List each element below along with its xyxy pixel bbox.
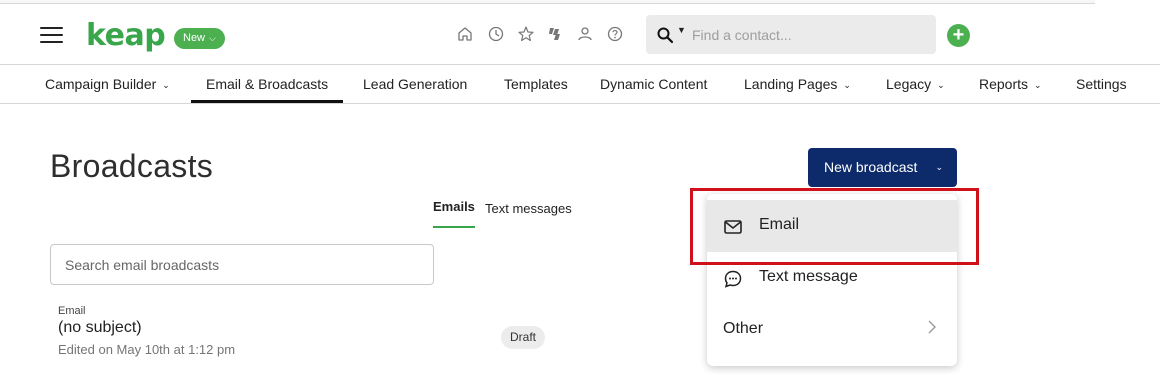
menu-item-label: Email	[759, 216, 800, 233]
nav-item-label: Lead Generation	[363, 76, 468, 92]
nav-item-label: Templates	[504, 76, 568, 92]
app-header: keap New⌵ ▼ +	[0, 5, 1160, 64]
status-badge: Draft	[501, 326, 546, 349]
broadcast-kind: Email	[58, 305, 86, 317]
mail-icon	[724, 220, 742, 234]
browser-top-edge	[0, 0, 1095, 4]
menu-item-email[interactable]: Email	[707, 200, 957, 252]
nav-item-dynamic-content[interactable]: Dynamic Content	[600, 65, 707, 103]
page-title: Broadcasts	[50, 148, 214, 184]
nav-item-campaign-builder[interactable]: Campaign Builder ⌄	[45, 65, 170, 103]
chevron-down-icon: ⌄	[935, 162, 943, 172]
menu-item-label: Text message	[759, 268, 858, 285]
chevron-down-icon: ⌄	[162, 80, 170, 90]
broadcast-subject: (no subject)	[58, 319, 142, 336]
broadcast-edited-date: Edited on May 10th at 1:12 pm	[58, 342, 236, 357]
chevron-down-icon: ⌄	[843, 80, 851, 90]
nav-item-email-broadcasts[interactable]: Email & Broadcasts	[191, 65, 344, 103]
hamburger-menu-icon[interactable]	[40, 27, 63, 43]
nav-item-label: Dynamic Content	[600, 76, 708, 92]
new-pill-label: New	[183, 32, 206, 44]
nav-item-label: Legacy	[886, 76, 932, 92]
new-broadcast-label: New broadcast	[824, 159, 918, 175]
chevron-down-icon: ⌵	[209, 33, 216, 43]
new-broadcast-dropdown: Email Text message Other	[707, 194, 957, 366]
keap-logo[interactable]: keap	[86, 18, 166, 53]
chevron-down-icon: ⌄	[937, 80, 945, 90]
chevron-down-icon: ⌄	[1034, 80, 1042, 90]
search-icon[interactable]	[656, 26, 674, 44]
tab-emails[interactable]: Emails	[433, 198, 475, 228]
search-email-broadcasts-input[interactable]	[50, 244, 434, 285]
chevron-right-icon	[928, 320, 936, 334]
list-item[interactable]: Email (no subject) Edited on May 10th at…	[58, 305, 578, 365]
search-scope-caret-icon[interactable]: ▼	[677, 25, 686, 35]
chat-bubble-icon	[724, 270, 742, 288]
nav-item-label: Email & Broadcasts	[206, 76, 329, 92]
contact-search: ▼	[646, 15, 936, 54]
main-nav: Campaign Builder ⌄ Email & Broadcasts Lea…	[0, 64, 1160, 104]
home-icon[interactable]	[456, 25, 474, 43]
person-icon[interactable]	[576, 25, 594, 43]
new-pill-button[interactable]: New ⌵	[174, 28, 225, 49]
lightning-icon[interactable]	[546, 25, 564, 43]
contact-search-input[interactable]	[692, 24, 922, 46]
menu-item-other[interactable]: Other	[707, 304, 957, 356]
nav-item-settings[interactable]: Settings	[1076, 65, 1127, 103]
new-broadcast-button[interactable]: New broadcast ⌄	[808, 148, 957, 187]
nav-item-label: Settings	[1076, 76, 1127, 92]
clock-icon[interactable]	[487, 25, 505, 43]
menu-item-label: Other	[723, 320, 764, 337]
nav-item-label: Campaign Builder	[45, 76, 157, 92]
tab-text-messages[interactable]: Text messages	[485, 198, 572, 228]
nav-item-legacy[interactable]: Legacy ⌄	[886, 65, 945, 103]
nav-item-reports[interactable]: Reports ⌄	[979, 65, 1042, 103]
nav-item-label: Reports	[979, 76, 1029, 92]
add-button[interactable]: +	[947, 24, 970, 47]
nav-item-lead-generation[interactable]: Lead Generation	[363, 65, 467, 103]
nav-item-templates[interactable]: Templates	[504, 65, 568, 103]
nav-item-label: Landing Pages	[744, 76, 838, 92]
nav-item-landing-pages[interactable]: Landing Pages ⌄	[744, 65, 851, 103]
menu-item-text-message[interactable]: Text message	[707, 252, 957, 304]
star-icon[interactable]	[517, 25, 535, 43]
help-icon[interactable]	[606, 25, 624, 43]
